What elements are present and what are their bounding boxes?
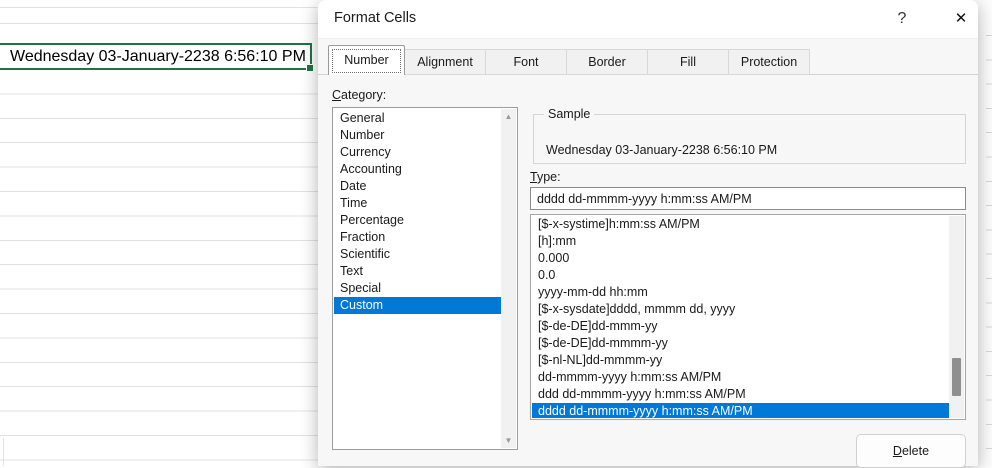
sample-value: Wednesday 03-January-2238 6:56:10 PM bbox=[546, 143, 777, 157]
delete-button[interactable]: Delete bbox=[856, 434, 966, 468]
tab-border[interactable]: Border bbox=[566, 49, 648, 75]
category-options: GeneralNumberCurrencyAccountingDateTimeP… bbox=[334, 110, 501, 448]
type-option-h-mm[interactable]: [h]:mm bbox=[532, 233, 949, 250]
selected-cell[interactable]: Wednesday 03-January-2238 6:56:10 PM bbox=[0, 43, 312, 70]
grid-rows bbox=[986, 35, 992, 466]
tab-number[interactable]: Number bbox=[328, 45, 405, 75]
grid-row-line bbox=[0, 7, 318, 8]
help-icon[interactable]: ? bbox=[890, 7, 914, 31]
category-listbox: GeneralNumberCurrencyAccountingDateTimeP… bbox=[332, 107, 518, 450]
category-option-currency[interactable]: Currency bbox=[334, 144, 501, 161]
type-option-x-sysdate-dddd-mmmm-dd-yyyy[interactable]: [$-x-sysdate]dddd, mmmm dd, yyyy bbox=[532, 301, 949, 318]
dialog-tabs: NumberAlignmentFontBorderFillProtection bbox=[328, 45, 810, 75]
tab-fill[interactable]: Fill bbox=[647, 49, 729, 75]
type-option-x-systime-h-mm-ss-am-pm[interactable]: [$-x-systime]h:mm:ss AM/PM bbox=[532, 216, 949, 233]
dialog-title: Format Cells bbox=[334, 10, 416, 26]
type-option-de-de-dd-mmm-yy[interactable]: [$-de-DE]dd-mmm-yy bbox=[532, 318, 949, 335]
type-option-yyyy-mm-dd-hh-mm[interactable]: yyyy-mm-dd hh:mm bbox=[532, 284, 949, 301]
dialog-titlebar: Format Cells ? ✕ bbox=[318, 0, 978, 39]
sample-label: Sample bbox=[544, 107, 594, 121]
type-options: [$-x-systime]h:mm:ss AM/PM[h]:mm0.0000.0… bbox=[532, 216, 949, 418]
category-option-number[interactable]: Number bbox=[334, 127, 501, 144]
scrollbar-thumb[interactable] bbox=[952, 358, 961, 396]
type-option-0-0[interactable]: 0.0 bbox=[532, 267, 949, 284]
type-option-dddd-dd-mmmm-yyyy-h-mm-ss-am-pm[interactable]: dddd dd-mmmm-yyyy h:mm:ss AM/PM bbox=[532, 403, 949, 418]
type-option-0-000[interactable]: 0.000 bbox=[532, 250, 949, 267]
category-option-text[interactable]: Text bbox=[334, 263, 501, 280]
scroll-down-icon[interactable]: ▼ bbox=[501, 433, 516, 448]
tab-font[interactable]: Font bbox=[485, 49, 567, 75]
category-option-accounting[interactable]: Accounting bbox=[334, 161, 501, 178]
grid-rows bbox=[0, 70, 318, 466]
type-option-nl-nl-dd-mmmm-yy[interactable]: [$-nl-NL]dd-mmmm-yy bbox=[532, 352, 949, 369]
category-option-time[interactable]: Time bbox=[334, 195, 501, 212]
sample-groupbox: Sample Wednesday 03-January-2238 6:56:10… bbox=[533, 114, 966, 164]
category-option-general[interactable]: General bbox=[334, 110, 501, 127]
category-option-custom[interactable]: Custom bbox=[334, 297, 501, 314]
category-option-scientific[interactable]: Scientific bbox=[334, 246, 501, 263]
type-option-dd-mmmm-yyyy-h-mm-ss-am-pm[interactable]: dd-mmmm-yyyy h:mm:ss AM/PM bbox=[532, 369, 949, 386]
worksheet-grid-right bbox=[978, 0, 992, 466]
category-option-fraction[interactable]: Fraction bbox=[334, 229, 501, 246]
category-option-date[interactable]: Date bbox=[334, 178, 501, 195]
type-option-ddd-dd-mmmm-yyyy-h-mm-ss-am-pm[interactable]: ddd dd-mmmm-yyyy h:mm:ss AM/PM bbox=[532, 386, 949, 403]
type-listbox: [$-x-systime]h:mm:ss AM/PM[h]:mm0.0000.0… bbox=[530, 214, 966, 420]
grid-row-line bbox=[0, 23, 318, 24]
type-label: Type: bbox=[530, 170, 561, 184]
grid-column-line bbox=[3, 438, 4, 466]
type-scrollbar[interactable] bbox=[949, 216, 964, 418]
selected-cell-value: Wednesday 03-January-2238 6:56:10 PM bbox=[10, 48, 306, 65]
scroll-up-icon[interactable]: ▲ bbox=[501, 109, 516, 124]
tab-alignment[interactable]: Alignment bbox=[404, 49, 486, 75]
close-icon[interactable]: ✕ bbox=[948, 7, 974, 31]
tab-protection[interactable]: Protection bbox=[728, 49, 810, 75]
category-option-special[interactable]: Special bbox=[334, 280, 501, 297]
category-option-percentage[interactable]: Percentage bbox=[334, 212, 501, 229]
type-option-de-de-dd-mmmm-yy[interactable]: [$-de-DE]dd-mmmm-yy bbox=[532, 335, 949, 352]
type-input[interactable] bbox=[530, 187, 966, 210]
format-cells-dialog: Format Cells ? ✕ NumberAlignmentFontBord… bbox=[318, 0, 978, 466]
category-label: Category: bbox=[332, 88, 386, 102]
worksheet-grid: Wednesday 03-January-2238 6:56:10 PM bbox=[0, 0, 318, 466]
fill-handle[interactable] bbox=[306, 64, 314, 72]
category-scrollbar[interactable]: ▲ ▼ bbox=[501, 109, 516, 448]
